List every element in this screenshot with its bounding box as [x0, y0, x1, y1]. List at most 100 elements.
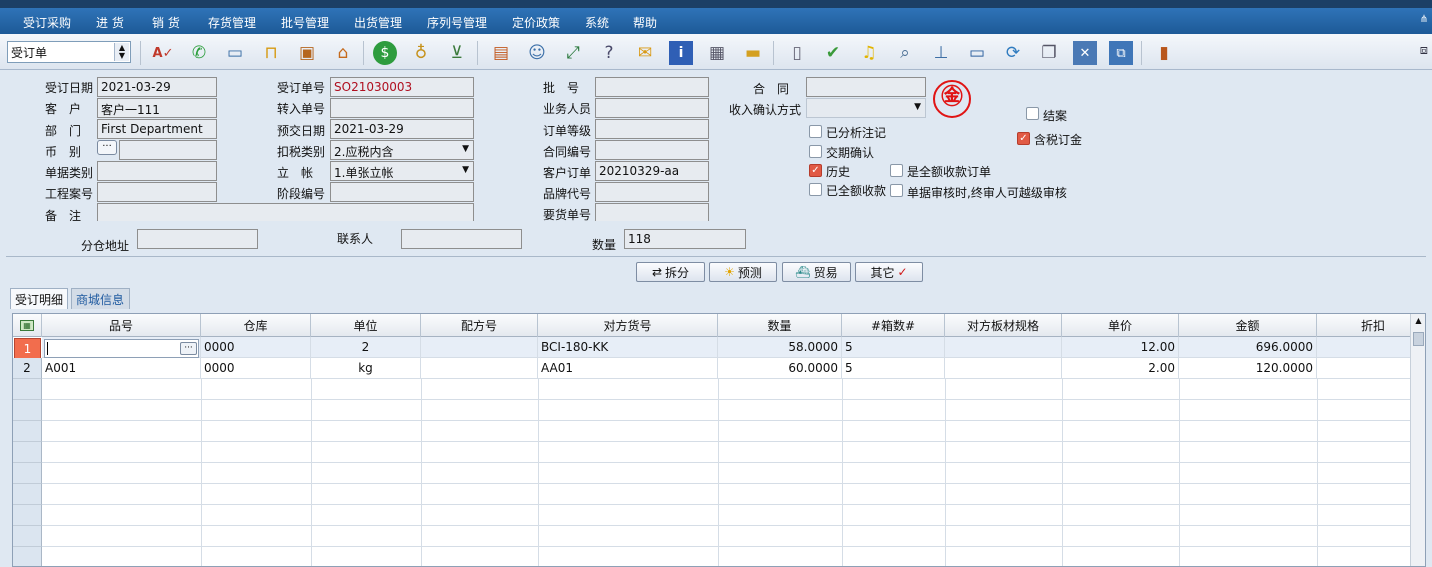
project-no-field[interactable]: [97, 182, 217, 202]
col-warehouse[interactable]: 仓库: [201, 314, 311, 337]
table-row[interactable]: [42, 421, 1411, 442]
cart-icon[interactable]: ⊻: [445, 41, 469, 65]
cell-price[interactable]: 12.00: [1062, 337, 1179, 358]
col-amount[interactable]: 金额: [1179, 314, 1317, 337]
layout-icon[interactable]: ⧈: [1420, 43, 1428, 58]
row-number[interactable]: [13, 421, 42, 442]
col-recipe[interactable]: 配方号: [421, 314, 538, 337]
col-discount[interactable]: 折扣: [1317, 314, 1411, 337]
row-number[interactable]: [13, 442, 42, 463]
menu-shipping[interactable]: 出货管理: [354, 14, 402, 31]
info-icon[interactable]: i: [669, 41, 693, 65]
branch-addr-field[interactable]: [137, 229, 258, 249]
cell-discount[interactable]: [1317, 337, 1411, 358]
cell-warehouse[interactable]: 0000: [201, 358, 311, 379]
col-price[interactable]: 单价: [1062, 314, 1179, 337]
cell-spec[interactable]: [945, 337, 1062, 358]
tab-mall-info[interactable]: 商城信息: [71, 288, 130, 309]
bell-icon[interactable]: ♫: [857, 41, 881, 65]
cust-order-field[interactable]: 20210329-aa: [595, 161, 709, 181]
exit-door-icon[interactable]: ▮: [1152, 41, 1176, 65]
calculator-icon[interactable]: ▦: [705, 41, 729, 65]
folder-icon[interactable]: ▬: [741, 41, 765, 65]
col-cust-item[interactable]: 对方货号: [538, 314, 718, 337]
menu-orders[interactable]: 受订采购: [23, 14, 71, 31]
menu-corner-icon[interactable]: ⋔: [1420, 14, 1428, 25]
sales-field[interactable]: [595, 98, 709, 118]
row-number[interactable]: [13, 526, 42, 547]
cell-unit[interactable]: 2: [311, 337, 421, 358]
cell-price[interactable]: 2.00: [1062, 358, 1179, 379]
scroll-up-icon[interactable]: ▲: [1413, 316, 1424, 328]
scroll-thumb[interactable]: [1413, 332, 1424, 346]
menu-system[interactable]: 系统: [585, 14, 609, 31]
col-spec[interactable]: 对方板材规格: [945, 314, 1062, 337]
contract-field[interactable]: [806, 77, 926, 97]
cell-qty[interactable]: 58.0000: [718, 337, 842, 358]
restore-icon[interactable]: ⧉: [1109, 41, 1133, 65]
cell-qty[interactable]: 60.0000: [718, 358, 842, 379]
full-payment-order-checkbox[interactable]: [890, 164, 903, 177]
delivery-date-field[interactable]: 2021-03-29: [330, 119, 474, 139]
tab-order-details[interactable]: 受订明细: [10, 288, 68, 309]
spell-check-icon[interactable]: A✓: [151, 41, 175, 65]
refresh-icon[interactable]: ⟳: [1001, 41, 1025, 65]
order-no-field[interactable]: SO21030003: [330, 77, 474, 97]
other-button[interactable]: 其它 ✓: [855, 262, 923, 282]
cell-boxes[interactable]: 5: [842, 337, 945, 358]
dollar-icon[interactable]: $: [373, 41, 397, 65]
cell-amount[interactable]: 120.0000: [1179, 358, 1317, 379]
table-row[interactable]: 0000 2 BCI-180-KK 58.0000 5 12.00 696.00…: [42, 337, 1411, 358]
fully-paid-checkbox[interactable]: [809, 183, 822, 196]
col-boxes[interactable]: #箱数#: [842, 314, 945, 337]
window-icon[interactable]: ❐: [1037, 41, 1061, 65]
row-number[interactable]: [13, 547, 42, 566]
menu-sales[interactable]: 销 货: [152, 14, 180, 31]
help-page-icon[interactable]: ?: [597, 41, 621, 65]
clipboard-icon[interactable]: ▤: [489, 41, 513, 65]
row-number[interactable]: 2: [13, 358, 42, 379]
table-row[interactable]: [42, 484, 1411, 505]
delivery-confirm-checkbox[interactable]: [809, 145, 822, 158]
computer-icon[interactable]: ▭: [223, 41, 247, 65]
order-date-field[interactable]: 2021-03-29: [97, 77, 217, 97]
row-number[interactable]: [13, 484, 42, 505]
chevron-down-icon[interactable]: ▼: [914, 102, 921, 112]
menu-purchase[interactable]: 进 货: [96, 14, 124, 31]
col-item-no[interactable]: 品号: [42, 314, 201, 337]
check-icon[interactable]: ✔: [821, 41, 845, 65]
contract-no-field[interactable]: [595, 140, 709, 160]
menu-pricing[interactable]: 定价政策: [512, 14, 560, 31]
currency-field[interactable]: [119, 140, 217, 160]
users-icon[interactable]: ☺: [525, 41, 549, 65]
home-icon[interactable]: ⌂: [331, 41, 355, 65]
menu-help[interactable]: 帮助: [633, 14, 657, 31]
menu-serial[interactable]: 序列号管理: [427, 14, 487, 31]
cell-amount[interactable]: 696.0000: [1179, 337, 1317, 358]
cell-boxes[interactable]: 5: [842, 358, 945, 379]
tax-type-select[interactable]: 2.应税内含 ▼: [330, 140, 474, 160]
updown-arrows-icon[interactable]: ▲ ▼: [114, 43, 129, 61]
qty-field[interactable]: 118: [624, 229, 746, 249]
menu-inventory[interactable]: 存货管理: [208, 14, 256, 31]
money-bag-icon[interactable]: ♁: [409, 41, 433, 65]
row-number[interactable]: [13, 505, 42, 526]
contact-field[interactable]: [401, 229, 522, 249]
cell-recipe[interactable]: [421, 337, 538, 358]
cell-recipe[interactable]: [421, 358, 538, 379]
history-checkbox[interactable]: ✓: [809, 164, 822, 177]
split-button[interactable]: ⇄ 拆分: [636, 262, 705, 282]
table-row[interactable]: A001 0000 kg AA01 60.0000 5 2.00 120.000…: [42, 358, 1411, 379]
table-row[interactable]: [42, 463, 1411, 484]
row-number[interactable]: [13, 400, 42, 421]
table-row[interactable]: [42, 379, 1411, 400]
cell-cust-item[interactable]: BCI-180-KK: [538, 337, 718, 358]
phone-icon[interactable]: ✆: [187, 41, 211, 65]
briefcase-icon[interactable]: ▣: [295, 41, 319, 65]
chevron-down-icon[interactable]: ▼: [462, 165, 469, 175]
monitor-icon[interactable]: ▭: [965, 41, 989, 65]
doc-category-field[interactable]: [97, 161, 217, 181]
mail-icon[interactable]: ✉: [633, 41, 657, 65]
stage-no-field[interactable]: [330, 182, 474, 202]
grid-corner-icon[interactable]: ▦: [13, 314, 42, 337]
